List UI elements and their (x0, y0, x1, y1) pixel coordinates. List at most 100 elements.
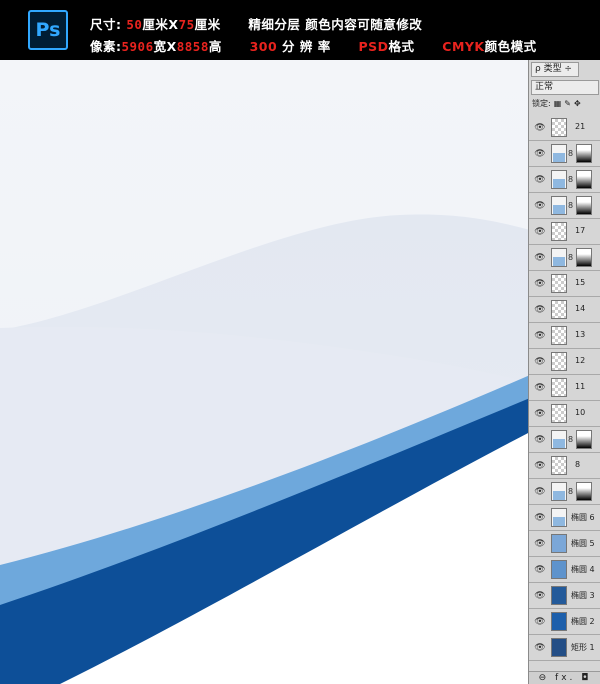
visibility-eye-icon[interactable]: 👁 (531, 199, 549, 213)
layer-name: 椭圆 2 (571, 617, 595, 626)
layer-row[interactable]: 👁 14 (529, 297, 600, 323)
layer-thumbnail (551, 300, 567, 319)
layer-name: 椭圆 4 (571, 565, 595, 574)
mask-link-icon[interactable]: 8 (568, 435, 573, 444)
visibility-eye-icon[interactable]: 👁 (531, 251, 549, 265)
layer-row[interactable]: 👁 11 (529, 375, 600, 401)
layer-thumbnail (551, 508, 567, 527)
lock-transparent-icon[interactable]: ▦ (554, 99, 562, 108)
format-value: PSD (358, 39, 389, 54)
dpi-label: 分 辨 率 (282, 39, 331, 54)
layer-name: 15 (575, 278, 586, 287)
layer-thumbnail (551, 170, 567, 189)
format-label: 格式 (388, 39, 415, 54)
layer-thumbnail (551, 326, 567, 345)
lock-paint-icon[interactable]: ✎ (564, 99, 571, 108)
visibility-eye-icon[interactable]: 👁 (531, 459, 549, 473)
pixel-width: 5906 (121, 39, 154, 54)
panel-footer: ⊖ fx. ◘ (529, 671, 600, 684)
visibility-eye-icon[interactable]: 👁 (531, 485, 549, 499)
layer-row[interactable]: 👁 8 (529, 453, 600, 479)
layer-name: 8 (575, 460, 581, 469)
visibility-eye-icon[interactable]: 👁 (531, 277, 549, 291)
mask-link-icon[interactable]: 8 (568, 149, 573, 158)
layer-row[interactable]: 👁 8 (529, 427, 600, 453)
lock-move-icon[interactable]: ✥ (574, 99, 581, 108)
layer-name: 矩形 1 (571, 643, 595, 652)
layer-thumbnail (551, 248, 567, 267)
layer-row[interactable]: 👁 8 (529, 141, 600, 167)
visibility-eye-icon[interactable]: 👁 (531, 537, 549, 551)
layer-thumbnail (551, 118, 567, 137)
layer-filter-select[interactable]: ρ 类型 ÷ (531, 62, 579, 77)
design-canvas[interactable] (0, 60, 530, 684)
layer-name: 椭圆 6 (571, 513, 595, 522)
layer-row[interactable]: 👁 椭圆 3 (529, 583, 600, 609)
layer-thumbnail (551, 586, 567, 605)
layer-thumbnail (551, 456, 567, 475)
panel-footer-icons[interactable]: ⊖ fx. ◘ (539, 673, 592, 683)
lock-label: 锁定: (532, 99, 551, 108)
blend-mode-select[interactable]: 正常 (531, 80, 599, 95)
layer-thumbnail (551, 534, 567, 553)
layer-mask-thumbnail[interactable] (576, 144, 592, 163)
unit-cm-x: 厘米X (142, 17, 179, 32)
visibility-eye-icon[interactable]: 👁 (531, 511, 549, 525)
width-cm: 50 (126, 17, 143, 32)
layer-row[interactable]: 👁 8 (529, 167, 600, 193)
layer-thumbnail (551, 144, 567, 163)
layer-row[interactable]: 👁 15 (529, 271, 600, 297)
visibility-eye-icon[interactable]: 👁 (531, 641, 549, 655)
layer-name: 10 (575, 408, 586, 417)
layer-row[interactable]: 👁 21 (529, 115, 600, 141)
visibility-eye-icon[interactable]: 👁 (531, 589, 549, 603)
visibility-eye-icon[interactable]: 👁 (531, 329, 549, 343)
mask-link-icon[interactable]: 8 (568, 175, 573, 184)
layer-thumbnail (551, 196, 567, 215)
layer-thumbnail (551, 430, 567, 449)
layer-row[interactable]: 👁 13 (529, 323, 600, 349)
mask-link-icon[interactable]: 8 (568, 253, 573, 262)
layer-thumbnail (551, 560, 567, 579)
description-text: 精细分层 颜色内容可随意修改 (248, 17, 423, 32)
layer-row[interactable]: 👁 10 (529, 401, 600, 427)
layer-row[interactable]: 👁 椭圆 4 (529, 557, 600, 583)
height-cm: 75 (178, 17, 195, 32)
layer-row[interactable]: 👁 8 (529, 245, 600, 271)
visibility-eye-icon[interactable]: 👁 (531, 225, 549, 239)
layer-row[interactable]: 👁 椭圆 6 (529, 505, 600, 531)
layer-row[interactable]: 👁 椭圆 2 (529, 609, 600, 635)
layers-panel: ρ 类型 ÷ 正常 锁定: ▦ ✎ ✥ 👁 21 👁 8 👁 8 👁 8 👁 17 👁 8 👁 15 👁 14 👁 13… (528, 60, 600, 684)
layer-row[interactable]: 👁 8 (529, 479, 600, 505)
layer-row[interactable]: 👁 17 (529, 219, 600, 245)
mask-link-icon[interactable]: 8 (568, 201, 573, 210)
layer-row[interactable]: 👁 椭圆 5 (529, 531, 600, 557)
layer-mask-thumbnail[interactable] (576, 482, 592, 501)
pixel-height: 8858 (176, 39, 209, 54)
layer-thumbnail (551, 404, 567, 423)
layer-thumbnail (551, 274, 567, 293)
layer-mask-thumbnail[interactable] (576, 248, 592, 267)
mask-link-icon[interactable]: 8 (568, 487, 573, 496)
layer-name: 17 (575, 226, 586, 235)
visibility-eye-icon[interactable]: 👁 (531, 615, 549, 629)
layer-mask-thumbnail[interactable] (576, 196, 592, 215)
visibility-eye-icon[interactable]: 👁 (531, 407, 549, 421)
unit-cm: 厘米 (194, 17, 221, 32)
visibility-eye-icon[interactable]: 👁 (531, 303, 549, 317)
visibility-eye-icon[interactable]: 👁 (531, 381, 549, 395)
layer-thumbnail (551, 352, 567, 371)
layer-name: 14 (575, 304, 586, 313)
visibility-eye-icon[interactable]: 👁 (531, 433, 549, 447)
layer-row[interactable]: 👁 8 (529, 193, 600, 219)
layer-mask-thumbnail[interactable] (576, 170, 592, 189)
visibility-eye-icon[interactable]: 👁 (531, 173, 549, 187)
layer-mask-thumbnail[interactable] (576, 430, 592, 449)
visibility-eye-icon[interactable]: 👁 (531, 563, 549, 577)
layer-row[interactable]: 👁 矩形 1 (529, 635, 600, 661)
layer-row[interactable]: 👁 12 (529, 349, 600, 375)
size-label: 尺寸: (90, 17, 122, 32)
visibility-eye-icon[interactable]: 👁 (531, 121, 549, 135)
visibility-eye-icon[interactable]: 👁 (531, 355, 549, 369)
visibility-eye-icon[interactable]: 👁 (531, 147, 549, 161)
